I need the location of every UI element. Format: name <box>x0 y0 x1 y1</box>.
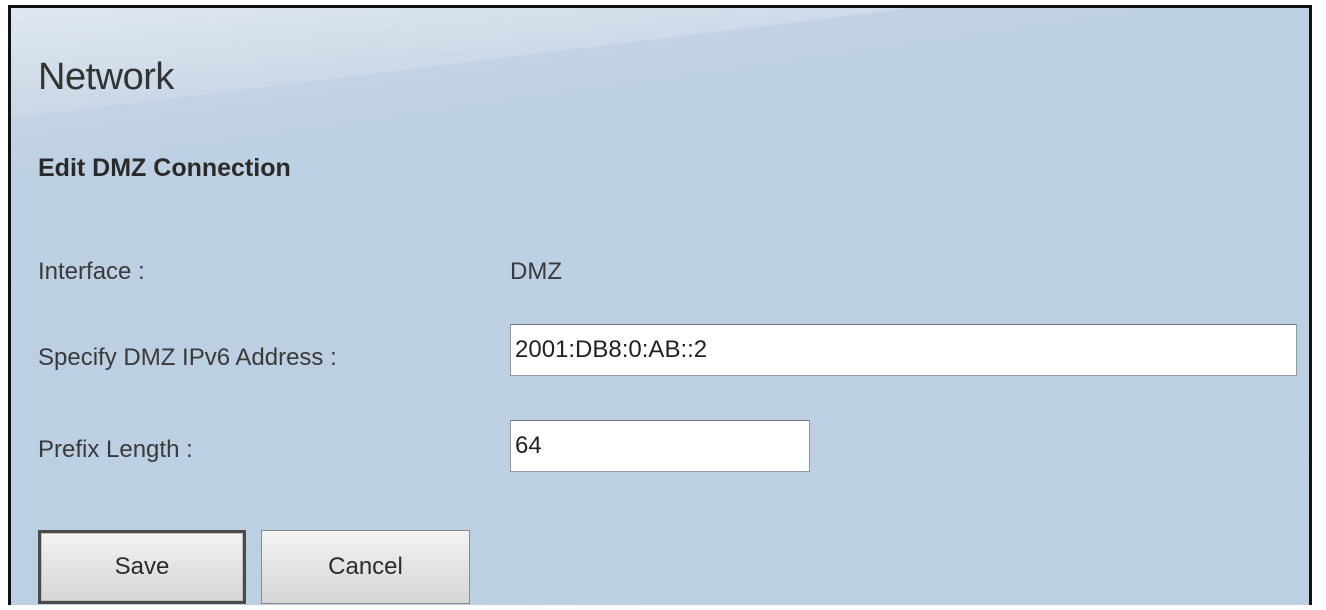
prefix-length-label: Prefix Length : <box>38 436 193 463</box>
ipv6-address-input[interactable] <box>510 324 1297 376</box>
interface-value: DMZ <box>510 258 562 285</box>
dmz-edit-panel: Network Edit DMZ Connection Interface : … <box>8 5 1312 605</box>
cancel-button[interactable]: Cancel <box>261 530 470 604</box>
interface-label: Interface : <box>38 258 145 285</box>
prefix-length-input[interactable] <box>510 420 810 472</box>
section-title: Edit DMZ Connection <box>38 154 291 182</box>
page-title: Network <box>38 56 174 98</box>
ipv6-address-label: Specify DMZ IPv6 Address : <box>38 344 337 371</box>
save-button[interactable]: Save <box>38 530 246 604</box>
